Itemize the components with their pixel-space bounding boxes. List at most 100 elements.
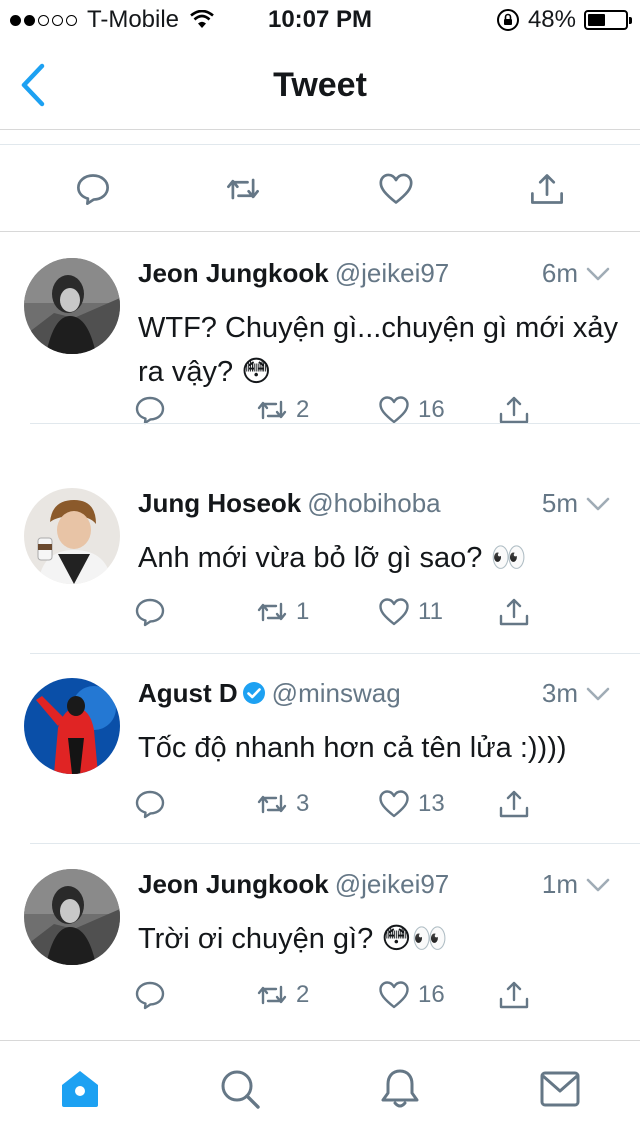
navigation-bar: Tweet [0,40,640,130]
divider [30,423,640,424]
like-icon [379,981,409,1009]
tweet-body: Anh mới vừa bỏ lỡ gì sao? 👀 [138,542,527,574]
verified-badge-icon [242,682,265,704]
retweet-icon [257,985,287,1005]
status-bar: T-Mobile 10:07 PM 48% [0,0,640,40]
tab-bar [0,1040,640,1136]
tweet-text: WTF? Chuyện gì...chuyện gì mới xảy ra vậ… [138,306,618,394]
messages-icon[interactable] [538,1067,582,1111]
username[interactable]: @hobihoba [307,488,440,518]
like-button[interactable]: 13 [378,788,445,820]
reply-icon [135,396,165,425]
like-icon [379,598,409,626]
tweet-body: Trời ơi chuyện gì? 😳👀 [138,923,448,955]
retweet-count: 1 [296,598,310,625]
retweet-count: 2 [296,981,310,1008]
tweet-text: Anh mới vừa bỏ lỡ gì sao? 👀 [138,536,618,580]
divider [30,843,640,844]
tweet-time: 5m [541,488,578,518]
battery-level [588,14,606,26]
retweet-icon [257,602,287,622]
tweet-meta: 3m [542,678,610,709]
display-name[interactable]: Jeon Jungkook [138,258,329,288]
tweet-time: 6m [541,258,578,288]
battery-info: 48% [496,6,632,34]
tweet-text: Tốc độ nhanh hơn cả tên lửa :)))) [138,726,618,770]
retweet-count: 2 [296,396,310,423]
retweet-button[interactable]: 1 [256,596,309,628]
share-icon[interactable] [529,171,565,207]
avatar[interactable] [24,488,120,584]
tweet-header: Agust D @minswag 3m [138,678,610,712]
reply-button[interactable] [134,979,166,1011]
tweet-header: Jung Hoseok @hobihoba 5m [138,488,610,522]
tweet-text: Trời ơi chuyện gì? 😳👀 [138,917,618,961]
battery-percent: 48% [527,6,576,33]
share-icon [499,598,529,626]
like-button[interactable]: 16 [378,394,445,426]
tweet-actions: 2 16 [134,394,574,430]
like-count: 13 [418,790,445,817]
chevron-down-icon[interactable] [586,877,610,893]
reply-button[interactable] [134,788,166,820]
reply-button[interactable] [134,596,166,628]
reply-button[interactable] [134,394,166,426]
tweet-actions: 1 11 [134,596,574,632]
chevron-down-icon[interactable] [586,686,610,702]
like-count: 11 [418,598,443,625]
notifications-icon[interactable] [378,1067,422,1111]
username[interactable]: @minswag [272,678,401,708]
chevron-down-icon[interactable] [586,266,610,282]
like-count: 16 [418,981,445,1008]
reply-icon [135,790,165,819]
share-button[interactable] [498,979,530,1011]
share-button[interactable] [498,394,530,426]
reply-icon [135,598,165,627]
tweet-time: 3m [541,678,578,708]
retweet-button[interactable]: 3 [256,788,309,820]
share-icon [499,981,529,1009]
retweet-button[interactable]: 2 [256,394,309,426]
reply-tweet[interactable]: Agust D @minswag 3m Tốc độ nhanh hơn cả t… [0,654,640,844]
tweet-header: Jeon Jungkook @jeikei97 1m [138,869,610,903]
reply-tweet[interactable]: Jung Hoseok @hobihoba 5m Anh mới vừa bỏ l… [0,464,640,654]
tweet-meta: 5m [542,488,610,519]
share-button[interactable] [498,788,530,820]
share-button[interactable] [498,596,530,628]
retweet-count: 3 [296,790,310,817]
like-button[interactable]: 11 [378,596,443,628]
battery-icon [584,10,632,30]
reply-icon[interactable] [75,171,111,207]
share-icon [499,396,529,424]
like-icon[interactable] [378,171,414,207]
main-tweet-actions [0,144,640,232]
rotation-lock-icon [496,9,519,31]
display-name[interactable]: Jeon Jungkook [138,869,329,899]
tweet-meta: 1m [542,869,610,900]
retweet-icon[interactable] [225,171,261,207]
tweet-actions: 2 16 [134,979,574,1015]
retweet-button[interactable]: 2 [256,979,309,1011]
username[interactable]: @jeikei97 [335,869,450,899]
avatar[interactable] [24,678,120,774]
share-icon [499,790,529,818]
tweet-body: Tốc độ nhanh hơn cả tên lửa :)))) [138,732,567,764]
like-icon [379,790,409,818]
tweet-header: Jeon Jungkook @jeikei97 6m [138,258,610,292]
home-icon[interactable] [58,1067,102,1111]
tweet-actions: 3 13 [134,788,574,824]
like-icon [379,396,409,424]
display-name[interactable]: Jung Hoseok [138,488,301,518]
display-name[interactable]: Agust D [138,678,238,708]
retweet-icon [257,794,287,814]
reply-icon [135,981,165,1010]
reply-tweet[interactable]: Jeon Jungkook @jeikei97 6m WTF? Chuyện gì… [0,234,640,425]
chevron-down-icon[interactable] [586,496,610,512]
avatar[interactable] [24,869,120,965]
username[interactable]: @jeikei97 [335,258,450,288]
avatar[interactable] [24,258,120,354]
search-icon[interactable] [218,1067,262,1111]
like-button[interactable]: 16 [378,979,445,1011]
reply-tweet[interactable]: Jeon Jungkook @jeikei97 1m Trời ơi chuyện… [0,845,640,1035]
tweet-time: 1m [541,869,578,899]
